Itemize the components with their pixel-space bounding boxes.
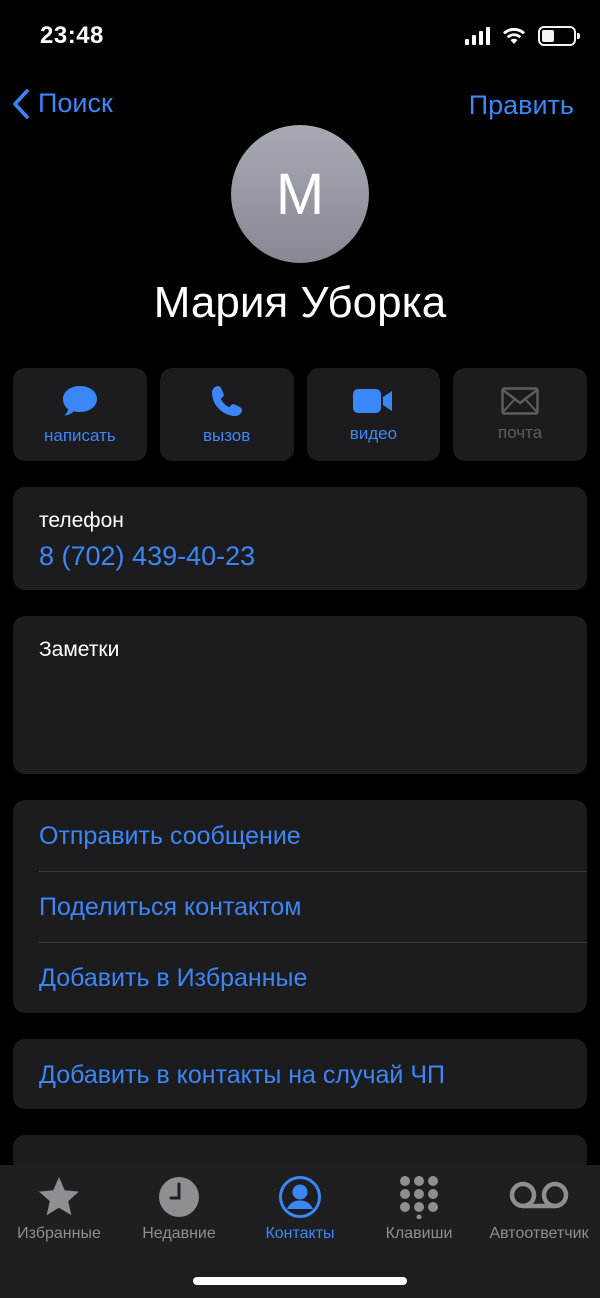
video-action-button[interactable]: видео <box>306 368 441 461</box>
message-action-label: написать <box>43 425 116 445</box>
options-card: Отправить сообщение Поделиться контактом… <box>13 800 587 1013</box>
contact-name: Мария Уборка <box>153 278 447 327</box>
share-contact-option[interactable]: Поделиться контактом <box>39 893 301 922</box>
tab-keypad[interactable]: Клавиши <box>370 1175 468 1243</box>
tab-contacts[interactable]: Контакты <box>251 1175 349 1243</box>
mail-action-label: почта <box>498 422 543 442</box>
wifi-icon <box>503 27 525 44</box>
video-camera-icon <box>353 388 393 413</box>
status-icons <box>465 26 580 46</box>
phone-icon <box>211 385 242 416</box>
person-circle-icon <box>279 1176 321 1218</box>
call-action-button[interactable]: вызов <box>159 368 294 461</box>
voicemail-icon <box>509 1181 569 1209</box>
edit-button[interactable]: Править <box>469 90 574 121</box>
message-action-button[interactable]: написать <box>13 368 147 461</box>
divider <box>39 871 587 872</box>
phone-label: телефон <box>39 509 124 532</box>
clock-icon <box>159 1177 199 1217</box>
call-action-label: вызов <box>202 425 251 445</box>
tab-keypad-label: Клавиши <box>385 1225 453 1242</box>
tab-contacts-label: Контакты <box>265 1225 335 1242</box>
keypad-icon <box>400 1176 438 1219</box>
notes-field[interactable]: Заметки <box>13 616 587 774</box>
phone-card: телефон 8 (702) 439-40-23 <box>13 487 587 590</box>
mail-action-button: почта <box>453 368 587 461</box>
video-action-label: видео <box>349 423 398 443</box>
tab-recents-label: Недавние <box>142 1225 216 1242</box>
quick-actions: написать вызов видео почта <box>13 368 587 461</box>
tab-favorites-label: Избранные <box>17 1225 101 1242</box>
home-indicator <box>193 1277 407 1285</box>
status-time: 23:48 <box>40 22 104 49</box>
avatar-initial: М <box>275 161 325 227</box>
tab-voicemail[interactable]: Автоответчик <box>482 1175 596 1243</box>
cellular-signal-icon <box>465 27 490 45</box>
add-emergency-contact-option[interactable]: Добавить в контакты на случай ЧП <box>39 1061 445 1090</box>
contact-avatar: М <box>231 125 369 263</box>
star-icon <box>39 1177 79 1216</box>
message-bubble-icon <box>62 385 97 415</box>
add-to-favorites-option[interactable]: Добавить в Избранные <box>39 964 307 993</box>
tab-voicemail-label: Автоответчик <box>489 1225 589 1242</box>
battery-icon <box>538 26 580 46</box>
divider <box>39 942 587 943</box>
tab-favorites[interactable]: Избранные <box>10 1175 108 1243</box>
send-message-option[interactable]: Отправить сообщение <box>39 822 301 851</box>
chevron-left-icon <box>13 88 29 119</box>
tab-recents[interactable]: Недавние <box>130 1175 228 1243</box>
mail-envelope-icon <box>501 386 539 415</box>
notes-label: Заметки <box>39 638 120 661</box>
back-button-label: Поиск <box>38 88 113 118</box>
emergency-card: Добавить в контакты на случай ЧП <box>13 1039 587 1109</box>
status-bar: 23:48 <box>0 0 600 72</box>
back-button[interactable]: Поиск <box>12 88 113 119</box>
phone-number-link[interactable]: 8 (702) 439-40-23 <box>39 541 255 572</box>
